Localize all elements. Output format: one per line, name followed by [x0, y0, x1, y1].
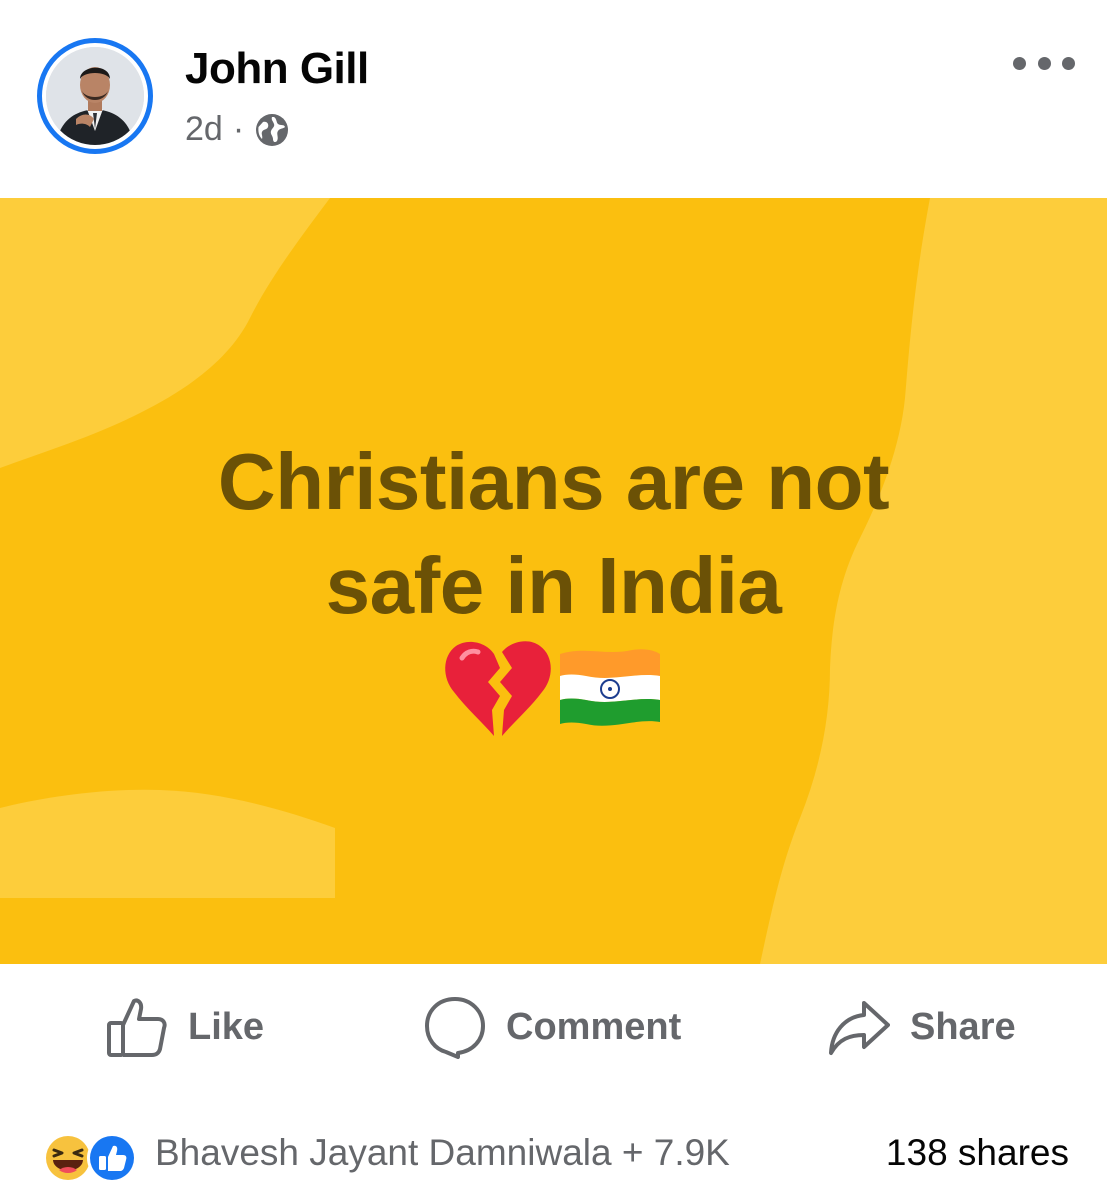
like-button[interactable]: Like: [106, 995, 264, 1059]
share-button[interactable]: Share: [828, 995, 1016, 1059]
post-headline: Christians are not safe in India: [0, 430, 1107, 638]
post-media[interactable]: Christians are not safe in India: [0, 198, 1107, 964]
post-card: John Gill 2d · Christians are not safe i…: [0, 0, 1107, 1200]
headline-line-2: safe in India: [325, 541, 782, 630]
thumbs-up-icon: [107, 998, 167, 1057]
comment-bubble-icon: [425, 997, 485, 1059]
emoji-row: [442, 638, 664, 740]
post-action-bar: Like Comment Share: [0, 995, 1107, 1071]
comment-label: Comment: [506, 1005, 682, 1048]
post-meta: 2d ·: [185, 110, 290, 149]
story-ring[interactable]: [37, 38, 153, 154]
reactors-summary[interactable]: Bhavesh Jayant Damniwala + 7.9K: [155, 1132, 730, 1174]
comment-button[interactable]: Comment: [424, 995, 681, 1059]
like-label: Like: [188, 1005, 265, 1048]
author-name[interactable]: John Gill: [185, 44, 369, 94]
post-footer: Bhavesh Jayant Damniwala + 7.9K 138 shar…: [0, 1124, 1107, 1194]
meta-separator: ·: [232, 110, 245, 148]
timestamp[interactable]: 2d: [185, 110, 223, 149]
india-flag-icon: [560, 649, 660, 726]
like-reaction-icon: [87, 1133, 137, 1183]
share-arrow-icon: [829, 1001, 890, 1055]
more-options-button[interactable]: [1013, 50, 1075, 76]
broken-heart-icon: [445, 641, 551, 736]
share-label: Share: [910, 1005, 1016, 1048]
headline-line-1: Christians are not: [217, 437, 890, 526]
shares-count[interactable]: 138 shares: [886, 1132, 1069, 1174]
avatar[interactable]: [46, 47, 144, 145]
reaction-icons[interactable]: [42, 1132, 142, 1184]
more-horizontal-icon: [1013, 56, 1026, 70]
globe-icon[interactable]: [254, 112, 290, 148]
